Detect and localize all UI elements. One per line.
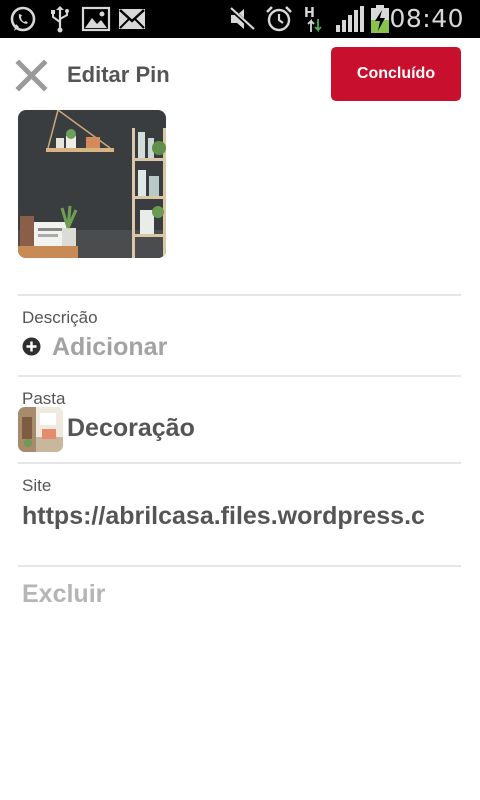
page-title: Editar Pin [67,62,170,87]
gallery-icon [81,5,111,33]
close-icon [15,59,48,92]
alarm-icon [264,5,294,33]
close-button[interactable] [10,54,54,98]
status-bar: H 08:40 [0,0,480,38]
board-thumbnail [18,407,63,452]
done-button[interactable]: Concluído [331,47,461,101]
header: Editar Pin Concluído [0,38,480,110]
divider [18,294,461,296]
whatsapp-icon [8,5,38,33]
signal-icon [333,5,365,33]
divider [18,462,461,464]
board-label: Pasta [22,389,66,408]
status-time: 08:40 [389,4,464,33]
mute-icon [227,5,257,33]
plus-circle-icon [22,337,41,356]
site-label: Site [22,476,52,495]
add-description-label: Adicionar [52,333,168,361]
divider [18,375,461,377]
site-url-field[interactable]: https://abrilcasa.files.wordpress.c [22,500,457,532]
description-label: Descrição [22,308,98,327]
network-type-text: H [304,6,315,21]
data-arrows-icon: H [303,5,325,33]
board-selector[interactable]: Decoração [18,407,461,453]
pin-image [18,110,166,258]
usb-icon [48,5,72,33]
divider [18,565,461,567]
battery-charging-icon [368,5,392,33]
edit-pin-screen: H 08:40 Editar Pin Concluído Descrição A… [0,0,480,800]
board-name: Decoração [67,414,195,442]
email-icon [117,5,147,33]
delete-pin-button[interactable]: Excluir [22,578,105,610]
